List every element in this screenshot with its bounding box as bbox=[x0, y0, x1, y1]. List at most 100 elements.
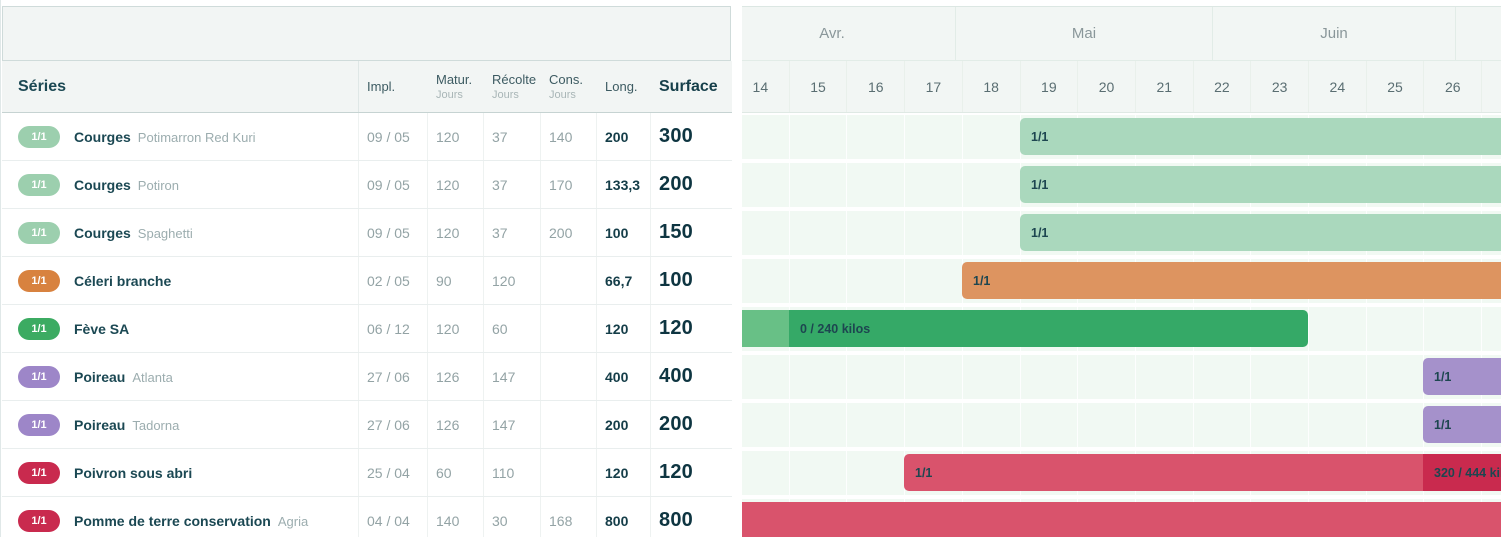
cell-value: 30 bbox=[492, 513, 508, 529]
column-label: Récolte bbox=[492, 72, 541, 87]
cell-value: 140 bbox=[436, 513, 459, 529]
cell-value: 170 bbox=[549, 177, 572, 193]
series-count-badge: 1/1 bbox=[18, 366, 60, 388]
cell-long: 66,7 bbox=[597, 257, 651, 304]
cell-matur: 140 bbox=[428, 497, 484, 537]
cell-recolte: 147 bbox=[484, 353, 541, 400]
month-header-cell: Mai bbox=[955, 7, 1212, 60]
gantt-row-band bbox=[742, 403, 1501, 447]
cell-value: 800 bbox=[605, 513, 628, 529]
series-variety: Atlanta bbox=[132, 370, 172, 385]
cell-value: 100 bbox=[605, 225, 628, 241]
gantt-bar[interactable]: 1/1 bbox=[1020, 214, 1501, 251]
series-variety: Spaghetti bbox=[138, 226, 193, 241]
cell-series: 1/1 Pomme de terre conservationAgria bbox=[2, 497, 359, 537]
column-sublabel: Jours bbox=[549, 89, 597, 101]
cell-value: 120 bbox=[436, 225, 459, 241]
series-count-badge: 1/1 bbox=[18, 126, 60, 148]
cell-value: 27 / 06 bbox=[367, 417, 410, 433]
cell-recolte: 37 bbox=[484, 113, 541, 160]
column-label: Long. bbox=[605, 79, 651, 94]
table-row[interactable]: 1/1CourgesPotiron09 / 0512037170133,3200 bbox=[2, 161, 732, 209]
cell-impl: 02 / 05 bbox=[359, 257, 428, 304]
gantt-bar[interactable]: 1/1 bbox=[962, 262, 1501, 299]
cell-value: 120 bbox=[436, 129, 459, 145]
week-header-cell: 24 bbox=[1308, 61, 1366, 112]
gantt-bar[interactable]: 1/1 bbox=[1020, 166, 1501, 203]
week-header-cell: 25 bbox=[1366, 61, 1424, 112]
cell-long: 400 bbox=[597, 353, 651, 400]
cell-impl: 09 / 05 bbox=[359, 209, 428, 256]
cell-impl: 04 / 04 bbox=[359, 497, 428, 537]
cell-matur: 120 bbox=[428, 113, 484, 160]
cell-matur: 120 bbox=[428, 161, 484, 208]
gantt-bar-label: 1/1 bbox=[1423, 418, 1451, 432]
gantt-bar[interactable]: 1/1 bbox=[1423, 358, 1501, 395]
cell-long: 200 bbox=[597, 113, 651, 160]
cell-value: 200 bbox=[659, 413, 693, 436]
gantt-bar-label: 1/1 bbox=[1020, 130, 1048, 144]
cell-impl: 25 / 04 bbox=[359, 449, 428, 496]
series-name: Céleri branche bbox=[74, 273, 171, 289]
gantt-bar[interactable]: 1/1 bbox=[742, 502, 1501, 537]
series-table: SériesImpl.Matur.JoursRécolteJoursCons.J… bbox=[0, 0, 733, 537]
table-row[interactable]: 1/1CourgesPotimarron Red Kuri 09 / 05 120 3… bbox=[2, 113, 732, 161]
gantt-bar[interactable]: 0 / 240 kilos bbox=[789, 310, 1308, 347]
series-name: CourgesPotiron bbox=[74, 177, 179, 193]
cell-value: 120 bbox=[492, 273, 515, 289]
series-count-badge: 1/1 bbox=[18, 510, 60, 532]
cell-value: 06 / 12 bbox=[367, 321, 410, 337]
cell-surface: 400 bbox=[651, 353, 732, 400]
cell-value: 150 bbox=[659, 221, 693, 244]
cell-value: 09 / 05 bbox=[367, 177, 410, 193]
series-count-badge: 1/1 bbox=[18, 462, 60, 484]
column-header-long: Long. bbox=[597, 61, 651, 112]
cell-recolte: 30 bbox=[484, 497, 541, 537]
gantt-bar[interactable]: 320 / 444 kilos bbox=[1423, 454, 1501, 491]
cell-value: 120 bbox=[605, 465, 628, 481]
table-row[interactable]: 1/1 Pomme de terre conservationAgria 04 / … bbox=[2, 497, 732, 537]
cell-value: 37 bbox=[492, 177, 508, 193]
week-header-cell: 16 bbox=[846, 61, 904, 112]
cell-value: 126 bbox=[436, 417, 459, 433]
cell-cons: 168 bbox=[541, 497, 597, 537]
cell-cons: 170 bbox=[541, 161, 597, 208]
cell-value: 200 bbox=[659, 173, 693, 196]
cell-value: 02 / 05 bbox=[367, 273, 410, 289]
cell-recolte: 60 bbox=[484, 305, 541, 352]
gantt-bar-label: 1/1 bbox=[1020, 226, 1048, 240]
month-header-row: Avr.MaiJuin bbox=[742, 6, 1501, 61]
cell-impl: 27 / 06 bbox=[359, 353, 428, 400]
crop-planning-app: SériesImpl.Matur.JoursRécolteJoursCons.J… bbox=[0, 0, 1501, 537]
gantt-bar[interactable]: 1/1 bbox=[904, 454, 1423, 491]
cell-matur: 120 bbox=[428, 305, 484, 352]
table-row[interactable]: 1/1CourgesSpaghetti09 / 0512037200100150 bbox=[2, 209, 732, 257]
column-header-series: Séries bbox=[2, 61, 359, 112]
gantt-bar-label: 320 / 444 kilos bbox=[1423, 466, 1501, 480]
table-row[interactable]: 1/1Poivron sous abri25 / 0460110120120 bbox=[2, 449, 732, 497]
cell-value: 25 / 04 bbox=[367, 465, 410, 481]
gantt-bar[interactable] bbox=[742, 310, 789, 347]
series-variety: Potiron bbox=[138, 178, 179, 193]
table-row[interactable]: 1/1Céleri branche02 / 059012066,7100 bbox=[2, 257, 732, 305]
cell-impl: 09 / 05 bbox=[359, 161, 428, 208]
cell-series: 1/1CourgesPotimarron Red Kuri bbox=[2, 113, 359, 160]
gantt-bar[interactable]: 1/1 bbox=[1020, 118, 1501, 155]
cell-matur: 120 bbox=[428, 209, 484, 256]
week-header-cell: 14 bbox=[742, 61, 789, 112]
series-name: Pomme de terre conservationAgria bbox=[74, 513, 308, 529]
gantt-bar-label: 0 / 240 kilos bbox=[789, 322, 870, 336]
cell-value: 800 bbox=[659, 509, 693, 532]
cell-matur: 90 bbox=[428, 257, 484, 304]
table-row[interactable]: 1/1Fève SA06 / 1212060120120 bbox=[2, 305, 732, 353]
series-count-badge: 1/1 bbox=[18, 414, 60, 436]
gantt-bar[interactable]: 1/1 bbox=[1423, 406, 1501, 443]
cell-long: 133,3 bbox=[597, 161, 651, 208]
cell-series: 1/1Céleri branche bbox=[2, 257, 359, 304]
series-count-badge: 1/1 bbox=[18, 318, 60, 340]
table-row[interactable]: 1/1PoireauAtlanta27 / 06126147400400 bbox=[2, 353, 732, 401]
table-row[interactable]: 1/1PoireauTadorna27 / 06126147200200 bbox=[2, 401, 732, 449]
week-header-cell: 20 bbox=[1077, 61, 1135, 112]
column-label: Impl. bbox=[367, 79, 428, 94]
cell-value: 09 / 05 bbox=[367, 129, 410, 145]
